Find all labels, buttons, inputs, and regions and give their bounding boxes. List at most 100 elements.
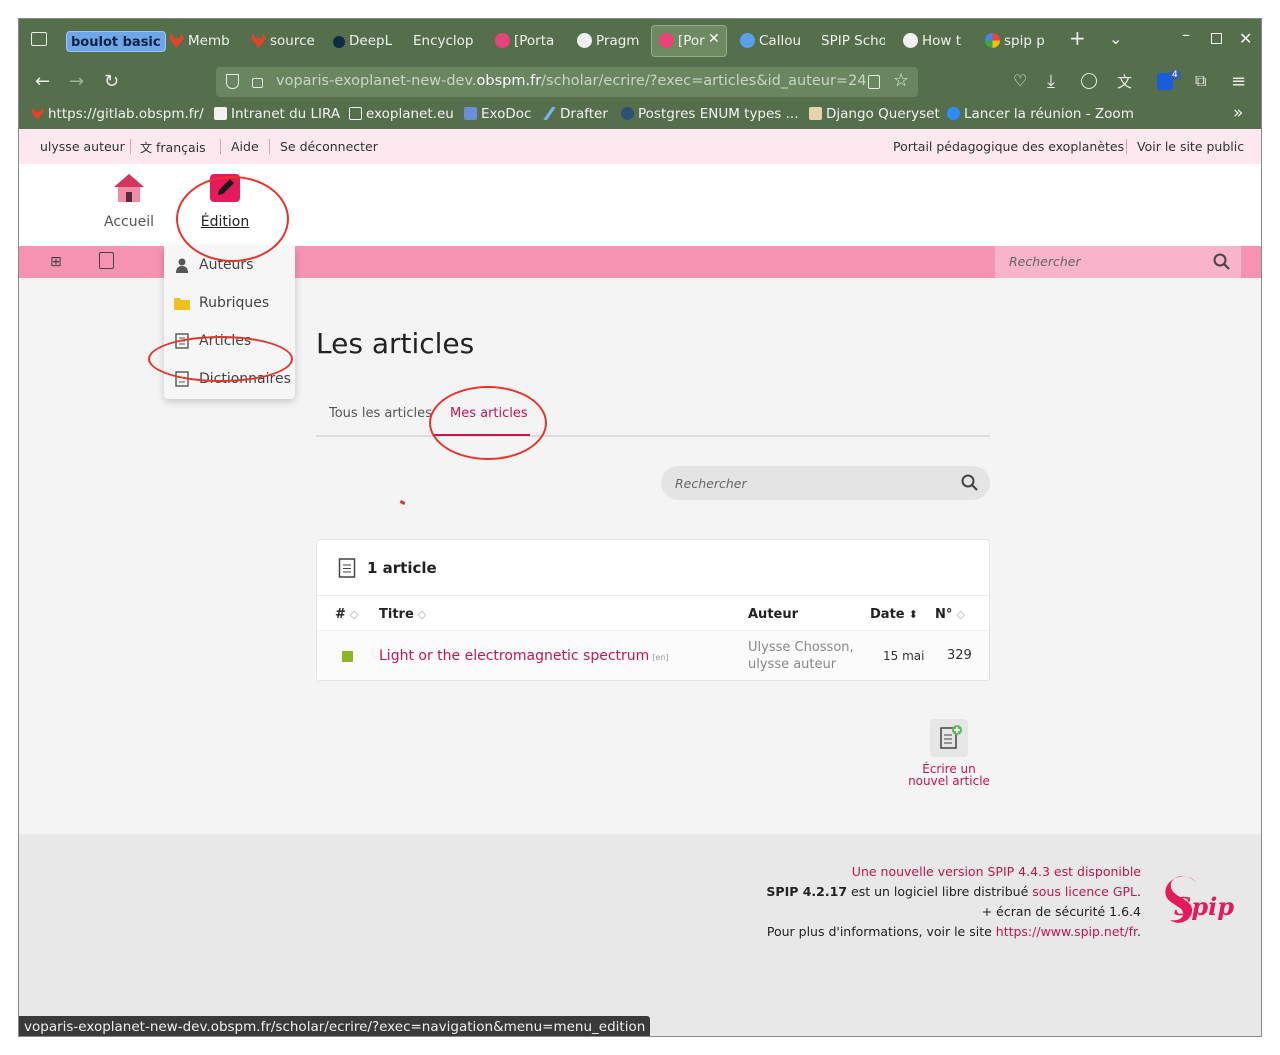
tab-all-articles[interactable]: Tous les articles [329, 406, 432, 421]
user-link[interactable]: ulysse auteur [40, 139, 125, 154]
column-author: Auteur [748, 607, 799, 622]
close-tab-icon[interactable]: ✕ [708, 31, 720, 47]
tree-icon[interactable]: ⊞ [50, 254, 62, 270]
update-notice[interactable]: Une nouvelle version SPIP 4.4.3 est disp… [852, 864, 1141, 879]
page-title: Les articles [316, 327, 475, 360]
account-icon[interactable] [1081, 73, 1097, 89]
forward-icon[interactable]: → [69, 71, 84, 92]
tab-list-icon[interactable] [31, 32, 47, 46]
new-article-button[interactable]: Écrire un nouvel article [899, 719, 999, 787]
maximize-icon[interactable] [1211, 33, 1222, 44]
articles-search-placeholder: Rechercher [675, 476, 747, 491]
bookmark-item[interactable]: Lancer la réunion - Zoom [947, 106, 1134, 122]
bookmark-item[interactable]: Drafter [543, 106, 608, 122]
bookmark-star-icon[interactable]: ☆ [893, 70, 909, 91]
submenu-item-auteurs[interactable]: Auteurs [164, 246, 295, 284]
translate-icon[interactable]: 文 [1117, 71, 1132, 92]
logout-link[interactable]: Se déconnecter [280, 139, 378, 154]
tab-item[interactable]: How t [903, 28, 967, 54]
url-text[interactable]: voparis-exoplanet-new-dev.obspm.fr/schol… [276, 73, 867, 89]
tab-item[interactable]: Pragm [577, 28, 641, 54]
language-link[interactable]: 文 français [140, 139, 206, 156]
article-icon [175, 333, 189, 349]
public-site-link[interactable]: Voir le site public [1137, 139, 1244, 154]
pocket-icon[interactable]: ♡ [1013, 71, 1027, 90]
tab-item[interactable]: source [251, 28, 321, 54]
bookmark-item[interactable]: Django Queryset [809, 106, 940, 122]
tab-item-active[interactable]: [Por [659, 28, 707, 54]
more-bookmarks-icon[interactable]: » [1233, 103, 1243, 123]
tab-item[interactable]: Encyclop [413, 28, 475, 54]
security-line: + écran de sécurité 1.6.4 [981, 904, 1141, 919]
article-title-link[interactable]: Light or the electromagnetic spectrum [en… [379, 648, 669, 664]
django-icon [809, 107, 822, 120]
new-tab-icon[interactable]: + [1069, 26, 1086, 50]
toolbar-search[interactable]: Rechercher [995, 246, 1241, 278]
extensions-icon[interactable]: ⧉ [1195, 71, 1206, 91]
close-window-icon[interactable]: ✕ [1239, 29, 1252, 48]
new-article-icon [930, 719, 968, 757]
menu-icon[interactable]: ≡ [1231, 71, 1246, 92]
github-icon [577, 33, 592, 48]
folder-icon [349, 107, 362, 120]
toolbar-search-placeholder: Rechercher [1009, 254, 1081, 269]
nav-edition[interactable]: Édition [189, 172, 261, 230]
translate-icon: 文 [140, 141, 153, 155]
info-line: Pour plus d'informations, voir le site h… [766, 924, 1141, 939]
search-icon[interactable] [961, 474, 979, 492]
column-date[interactable]: Date ⬍ [870, 607, 918, 622]
tab-item[interactable]: [Porta [495, 28, 559, 54]
reload-icon[interactable]: ↻ [104, 71, 119, 92]
new-article-label-2: nouvel article [908, 774, 990, 788]
column-id[interactable]: N° ◇ [935, 607, 965, 622]
portal-link[interactable]: Portail pédagogique des exoplanètes [893, 139, 1124, 154]
submenu-item-rubriques[interactable]: Rubriques [164, 284, 295, 322]
gitlab-icon [169, 33, 184, 48]
download-icon[interactable]: ⤓ [1047, 71, 1055, 92]
bookmark-item[interactable]: exoplanet.eu [349, 106, 454, 122]
articles-table: 1 article # ◇ Titre ◇ Auteur Date ⬍ N° ◇ Lig… [316, 539, 990, 681]
bookmark-item[interactable]: ExoDoc [464, 106, 531, 122]
lock-icon[interactable] [252, 78, 263, 88]
search-icon[interactable] [1213, 253, 1231, 271]
chevron-down-icon[interactable]: ⌄ [1109, 29, 1122, 48]
bookmark-item[interactable]: Postgres ENUM types ... [621, 106, 799, 122]
article-author[interactable]: Ulysse Chosson, ulysse auteur [748, 639, 854, 673]
folder-icon [174, 298, 190, 310]
tab-item[interactable]: DeepL [333, 28, 403, 54]
tab-item[interactable]: spip p [985, 28, 1049, 54]
tab-item[interactable]: Callou [740, 28, 804, 54]
status-bar: voparis-exoplanet-new-dev.obspm.fr/schol… [19, 1016, 651, 1036]
tab-item[interactable]: Memb [169, 28, 239, 54]
back-icon[interactable]: ← [35, 71, 50, 92]
articles-search[interactable]: Rechercher [661, 466, 990, 500]
submenu-item-dictionnaires[interactable]: Dictionnaires [164, 360, 295, 398]
submenu-item-articles[interactable]: Articles [164, 322, 295, 360]
dictionary-icon [175, 371, 189, 387]
column-title[interactable]: Titre ◇ [379, 607, 426, 622]
table-row[interactable]: Light or the electromagnetic spectrum [en… [317, 630, 989, 680]
spip-logo[interactable]: Spip [1164, 872, 1244, 932]
drafter-icon [543, 107, 556, 120]
minimize-icon[interactable]: – [1182, 25, 1190, 44]
tab-group-label[interactable]: boulot basic [66, 31, 166, 52]
reader-view-icon[interactable] [868, 75, 880, 89]
url-bar[interactable]: voparis-exoplanet-new-dev.obspm.fr/schol… [216, 67, 918, 97]
bookmark-item[interactable]: https://gitlab.obspm.fr/ [31, 106, 204, 122]
spip-site-link[interactable]: https://www.spip.net/fr [996, 924, 1137, 939]
license-link[interactable]: sous licence GPL [1032, 884, 1137, 899]
tab-my-articles[interactable]: Mes articles [450, 406, 528, 421]
github-icon [903, 33, 918, 48]
tab-item[interactable]: SPIP Scho [821, 28, 885, 54]
shield-icon[interactable] [226, 74, 239, 89]
bookmark-item[interactable]: Intranet du LIRA [214, 106, 340, 122]
article-date: 15 mai [883, 649, 925, 663]
sort-icon: ◇ [349, 608, 359, 621]
separator [130, 139, 131, 154]
home-icon [114, 174, 144, 202]
browser-window: boulot basic Memb source DeepL Encyclop … [18, 18, 1262, 1037]
column-num[interactable]: # ◇ [335, 607, 358, 622]
new-article-small-icon[interactable] [99, 252, 114, 269]
nav-home[interactable]: Accueil [74, 172, 184, 230]
help-link[interactable]: Aide [231, 139, 259, 154]
